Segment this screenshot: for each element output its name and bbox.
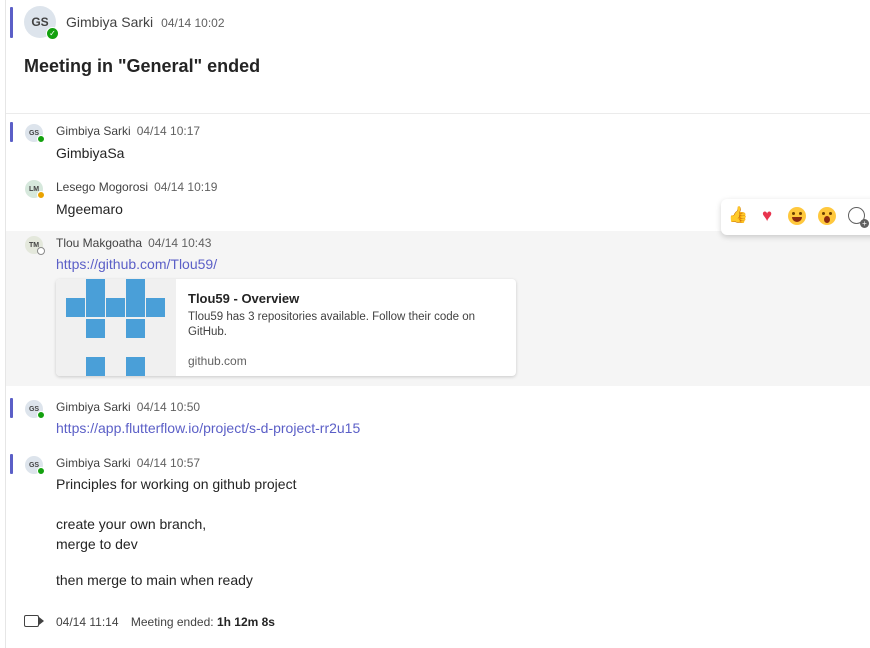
- link-preview-card[interactable]: Tlou59 - Overview Tlou59 has 3 repositor…: [56, 279, 516, 376]
- github-identicon-image: [56, 279, 176, 376]
- message-text: merge to dev: [56, 536, 138, 552]
- laugh-icon[interactable]: [788, 207, 806, 225]
- timestamp: 04/14 10:43: [148, 236, 212, 250]
- preview-domain: github.com: [188, 354, 247, 368]
- surprised-icon[interactable]: [818, 207, 836, 225]
- message-header: Gimbiya Sarki 04/14 10:02: [66, 14, 225, 30]
- presence-away-icon: [37, 191, 45, 199]
- heart-icon[interactable]: ♥: [758, 206, 776, 224]
- preview-title[interactable]: Tlou59 - Overview: [188, 291, 299, 306]
- reaction-bar: 👍 ♥ +: [721, 199, 870, 235]
- avatar[interactable]: GS ✓: [24, 6, 59, 40]
- message-header: Gimbiya Sarki 04/14 10:50: [56, 400, 200, 414]
- timestamp: 04/14 10:57: [136, 456, 201, 470]
- author-name[interactable]: Gimbiya Sarki: [56, 400, 131, 414]
- avatar[interactable]: GS: [25, 400, 45, 419]
- avatar-initials: GS: [31, 15, 49, 29]
- avatar[interactable]: LM: [25, 180, 45, 199]
- message-header: Tlou Makgoatha 04/14 10:43: [56, 236, 211, 250]
- presence-available-icon: [37, 135, 45, 143]
- unread-accent-bar: [10, 7, 13, 38]
- divider: [6, 113, 870, 114]
- avatar[interactable]: TM: [25, 236, 45, 255]
- timestamp: 04/14 10:50: [136, 400, 201, 414]
- preview-description: Tlou59 has 3 repositories available. Fol…: [188, 311, 476, 338]
- presence-available-icon: ✓: [46, 27, 59, 40]
- message-text: Mgeemaro: [56, 201, 123, 217]
- meeting-ended-title: Meeting in "General" ended: [24, 56, 261, 76]
- like-icon[interactable]: 👍: [728, 207, 748, 225]
- avatar[interactable]: GS: [25, 456, 45, 475]
- avatar[interactable]: GS: [25, 124, 45, 143]
- message-text: Principles for working on github project: [56, 476, 297, 492]
- timestamp: 04/14 10:17: [136, 124, 201, 138]
- unread-accent-bar: [10, 398, 13, 418]
- meeting-ended-footer: 04/14 11:14 Meeting ended: 1h 12m 8s: [56, 615, 275, 629]
- presence-offline-icon: [37, 247, 45, 255]
- author-name[interactable]: Lesego Mogorosi: [56, 180, 148, 194]
- message-link[interactable]: https://github.com/Tlou59/: [56, 256, 217, 272]
- unread-accent-bar: [10, 454, 13, 474]
- author-name[interactable]: Gimbiya Sarki: [66, 14, 153, 30]
- message-text: GimbiyaSa: [56, 145, 125, 161]
- author-name[interactable]: Tlou Makgoatha: [56, 236, 142, 250]
- message-header: Lesego Mogorosi 04/14 10:19: [56, 180, 217, 194]
- timestamp: 04/14 10:19: [154, 180, 218, 194]
- presence-available-icon: [37, 467, 45, 475]
- message-text: create your own branch,: [56, 516, 207, 532]
- author-name[interactable]: Gimbiya Sarki: [56, 456, 131, 470]
- message-header: Gimbiya Sarki 04/14 10:17: [56, 124, 200, 138]
- author-name[interactable]: Gimbiya Sarki: [56, 124, 131, 138]
- timestamp: 04/14 10:02: [161, 16, 225, 30]
- unread-accent-bar: [10, 122, 13, 142]
- add-reaction-icon[interactable]: +: [848, 207, 869, 228]
- message-link[interactable]: https://app.flutterflow.io/project/s-d-p…: [56, 420, 360, 436]
- meeting-time: 04/14 11:14: [56, 615, 119, 629]
- message-text: then merge to main when ready: [56, 572, 253, 588]
- message-header: Gimbiya Sarki 04/14 10:57: [56, 456, 200, 470]
- meeting-duration: 1h 12m 8s: [216, 615, 275, 629]
- presence-available-icon: [37, 411, 45, 419]
- video-camera-icon: [24, 615, 44, 627]
- meeting-ended-label: Meeting ended:: [130, 615, 214, 629]
